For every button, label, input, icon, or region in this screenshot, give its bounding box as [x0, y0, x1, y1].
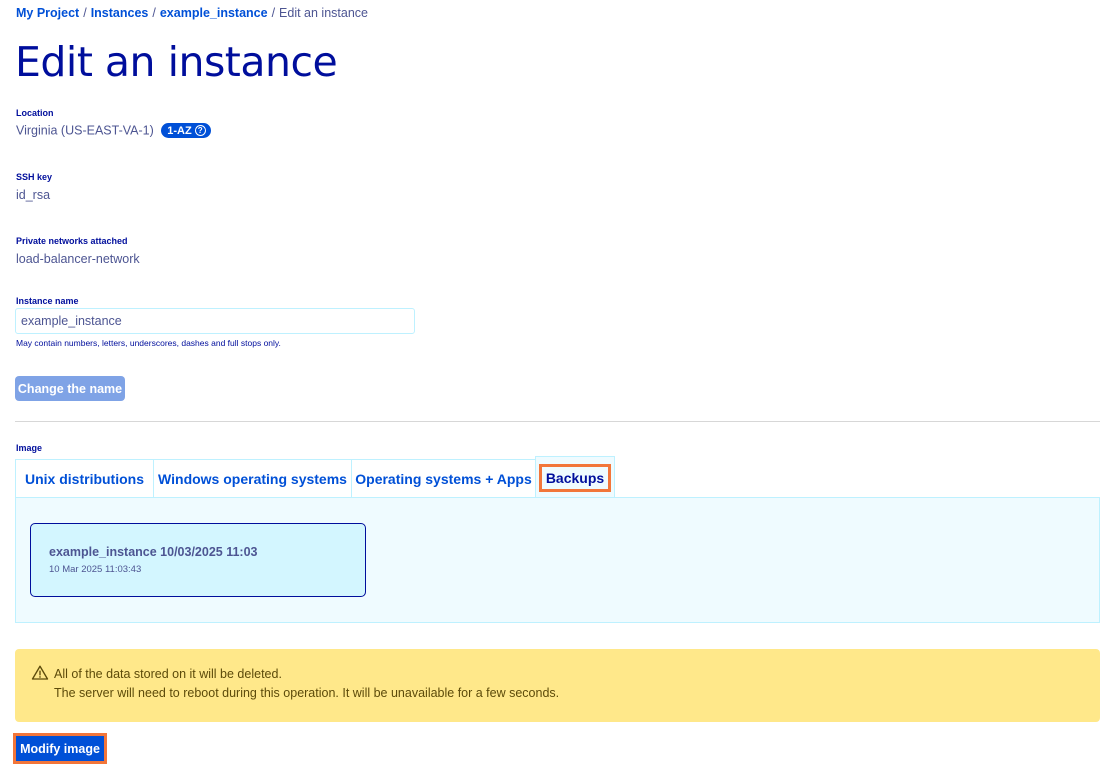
tab-unix-distributions[interactable]: Unix distributions — [15, 459, 154, 498]
ssh-key-value: id_rsa — [16, 188, 51, 202]
instance-name-hint: May contain numbers, letters, underscore… — [16, 338, 281, 348]
warning-message: All of the data stored on it will be del… — [15, 649, 1100, 722]
warning-line-2: The server will need to reboot during th… — [54, 686, 560, 700]
image-tabs: Unix distributions Windows operating sys… — [15, 456, 615, 498]
ssh-key-label: SSH key — [16, 172, 53, 182]
backup-date: 10 Mar 2025 11:03:43 — [49, 564, 142, 575]
modify-image-highlight: Modify image — [13, 733, 107, 764]
modify-image-button[interactable]: Modify image — [16, 736, 104, 761]
warning-text: All of the data stored on it will be del… — [54, 665, 559, 722]
backups-panel: example_instance 10/03/2025 11:03 10 Mar… — [15, 497, 1100, 623]
private-networks-label: Private networks attached — [16, 236, 128, 246]
page-title: Edit an instance — [15, 38, 338, 86]
instance-name-input[interactable] — [15, 308, 415, 334]
backup-card[interactable]: example_instance 10/03/2025 11:03 10 Mar… — [30, 523, 366, 597]
tab-backups-label: Backups — [538, 463, 612, 492]
breadcrumb-current: Edit an instance — [279, 6, 368, 20]
breadcrumb-my-project[interactable]: My Project — [16, 6, 79, 20]
tab-operating-systems-apps[interactable]: Operating systems + Apps — [351, 459, 536, 498]
location-value-row: Virginia (US-EAST-VA-1) 1-AZ ? — [16, 123, 211, 138]
tab-backups[interactable]: Backups — [535, 456, 615, 498]
divider — [15, 421, 1100, 422]
breadcrumb-instances[interactable]: Instances — [91, 6, 149, 20]
breadcrumb-separator: / — [271, 6, 276, 20]
badge-label: 1-AZ — [167, 124, 192, 137]
image-label: Image — [16, 443, 43, 453]
private-networks-value: load-balancer-network — [16, 252, 140, 266]
availability-zone-badge[interactable]: 1-AZ ? — [161, 123, 211, 138]
breadcrumb: My Project / Instances / example_instanc… — [16, 6, 368, 20]
location-label: Location — [16, 108, 54, 118]
tab-windows-operating-systems[interactable]: Windows operating systems — [153, 459, 352, 498]
instance-name-label: Instance name — [16, 296, 79, 306]
backup-title: example_instance 10/03/2025 11:03 — [49, 545, 258, 559]
warning-line-1: All of the data stored on it will be del… — [54, 667, 282, 681]
breadcrumb-example-instance[interactable]: example_instance — [160, 6, 268, 20]
breadcrumb-separator: / — [152, 6, 156, 20]
change-name-button[interactable]: Change the name — [15, 376, 125, 401]
breadcrumb-separator: / — [83, 6, 87, 20]
location-value: Virginia (US-EAST-VA-1) — [16, 123, 154, 138]
warning-triangle-icon — [31, 665, 49, 680]
question-circle-icon[interactable]: ? — [194, 125, 206, 136]
